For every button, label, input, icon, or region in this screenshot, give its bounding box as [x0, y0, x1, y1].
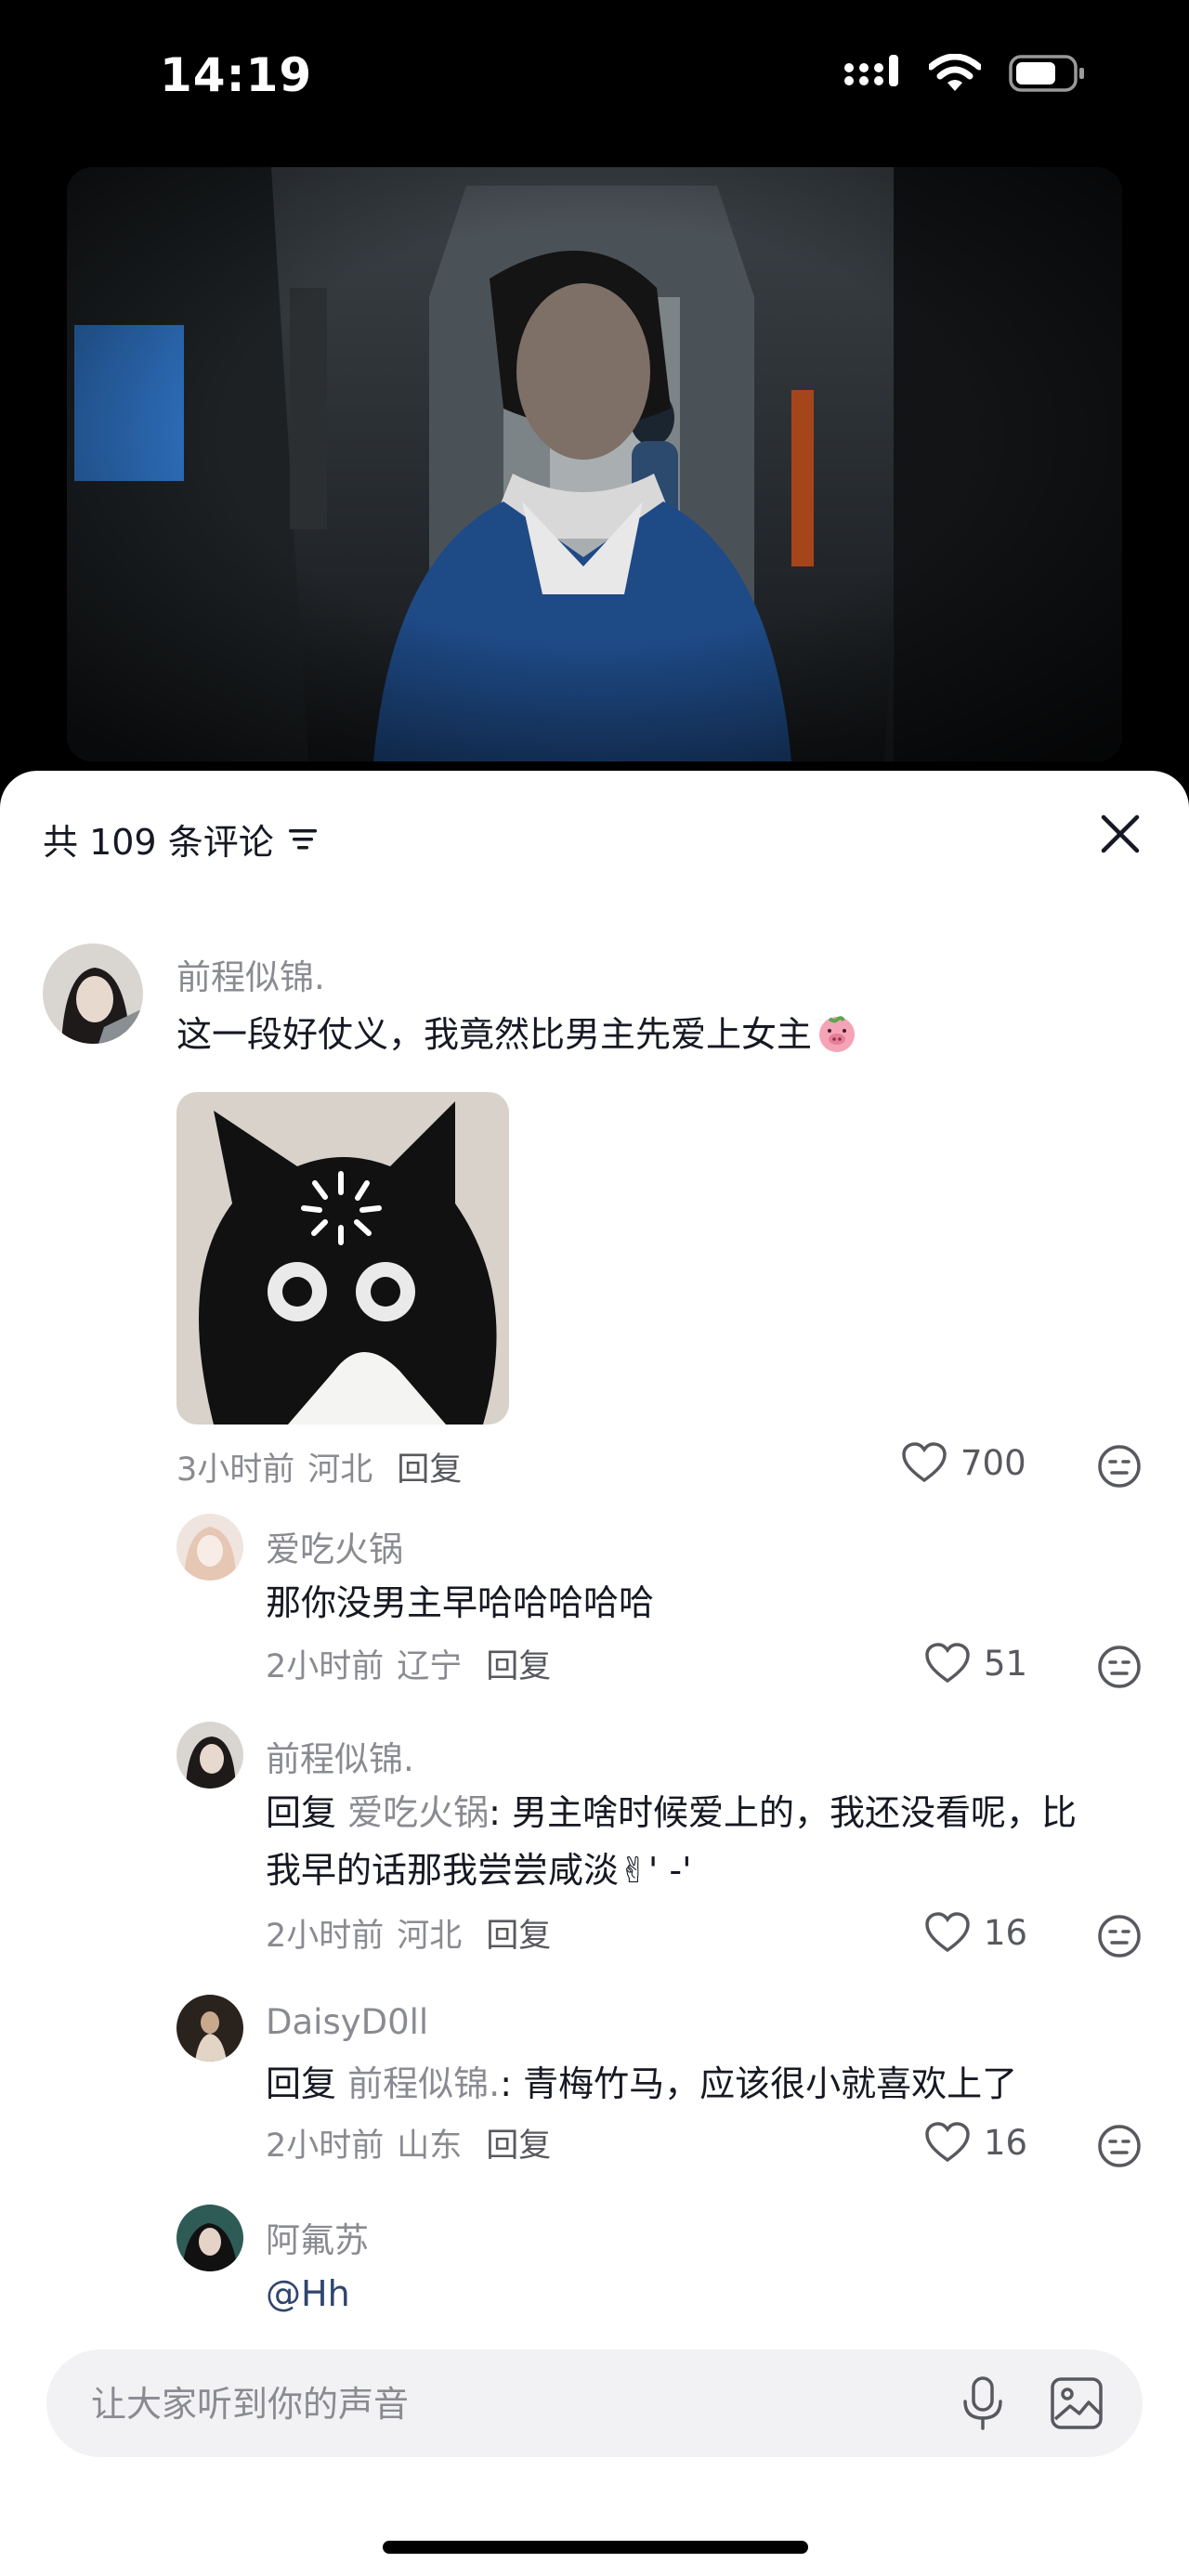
reply-text-line2: 我早的话那我尝尝咸淡✌' -': [266, 1850, 692, 1891]
status-time: 14:19: [160, 48, 313, 102]
comment-input[interactable]: [89, 2349, 929, 2459]
emoji-icon[interactable]: [1096, 2123, 1143, 2169]
close-icon[interactable]: [1094, 808, 1146, 860]
like-count: 16: [984, 2122, 1028, 2163]
reply-meta: 2小时前 辽宁 回复: [266, 1640, 551, 1687]
reply-time: 2小时前: [266, 1918, 385, 1955]
comment-time: 3小时前: [176, 1451, 295, 1489]
avatar[interactable]: [176, 1722, 243, 1789]
reply-time: 2小时前: [266, 2127, 385, 2165]
like-button[interactable]: 16: [924, 2121, 1027, 2164]
reply-location: 河北: [397, 1918, 463, 1955]
comments-header: 共 109 条评论: [43, 813, 319, 865]
image-icon[interactable]: [1050, 2376, 1104, 2430]
comment-input-bar: [46, 2349, 1143, 2459]
avatar[interactable]: [176, 1995, 243, 2062]
reply-author[interactable]: 前程似锦.: [266, 1731, 414, 1781]
reply-button[interactable]: 回复: [486, 1640, 551, 1687]
reply-text: 回复 爱吃火锅: 男主啥时候爱上的，我还没看呢，比: [266, 1785, 1077, 1841]
avatar[interactable]: [176, 2205, 243, 2271]
microphone-icon[interactable]: [959, 2375, 1007, 2431]
reply-time: 2小时前: [266, 1648, 385, 1685]
emoji-icon[interactable]: [1096, 1644, 1143, 1690]
home-indicator[interactable]: [383, 2541, 808, 2554]
reply-location: 辽宁: [397, 1648, 463, 1685]
emoji-icon[interactable]: [1096, 1443, 1143, 1490]
reply-button[interactable]: 回复: [397, 1443, 462, 1490]
reply-prefix: 回复: [266, 2063, 337, 2104]
pig-emoji-icon: [819, 1016, 856, 1052]
comment-text: 这一段好仗义，我竟然比男主先爱上女主: [176, 1007, 858, 1062]
comments-count-title: 共 109 条评论: [43, 822, 274, 863]
like-button[interactable]: 16: [924, 1911, 1027, 1954]
heart-icon: [925, 1912, 970, 1953]
reply-author[interactable]: 爱吃火锅: [266, 1521, 403, 1571]
heart-icon: [925, 1643, 970, 1684]
comments-panel: 共 109 条评论 前程似锦. 这一段好仗义，我竟然比男主先爱上女主 3小时前 …: [0, 771, 1189, 2576]
like-count: 700: [960, 1442, 1026, 1483]
reply-text: 回复 前程似锦.: 青梅竹马，应该很小就喜欢上了: [266, 2056, 1017, 2112]
avatar[interactable]: [176, 1514, 243, 1581]
battery-icon: [1009, 55, 1084, 92]
reply-meta: 2小时前 山东 回复: [266, 2119, 551, 2166]
wifi-icon: [929, 54, 981, 91]
reply-button[interactable]: 回复: [486, 2119, 551, 2166]
reply-author[interactable]: 阿氟苏: [266, 2212, 369, 2262]
emoji-icon[interactable]: [1096, 1913, 1143, 1959]
like-button[interactable]: 700: [901, 1441, 1026, 1484]
status-icons: [843, 54, 1087, 93]
status-bar: 14:19: [0, 0, 1189, 158]
reply-author[interactable]: DaisyD0ll: [266, 2002, 428, 2042]
reply-button[interactable]: 回复: [486, 1909, 551, 1957]
reply-text-body: : 青梅竹马，应该很小就喜欢上了: [500, 2063, 1018, 2104]
heart-icon: [925, 2122, 970, 2163]
video-player[interactable]: [67, 167, 1122, 761]
video-frame: [67, 167, 1122, 761]
reply-text-line1: : 男主啥时候爱上的，我还没看呢，比: [489, 1792, 1078, 1833]
reply-prefix: 回复: [266, 1792, 337, 1833]
heart-icon: [902, 1442, 947, 1483]
comment-author[interactable]: 前程似锦.: [176, 949, 325, 999]
like-button[interactable]: 51: [924, 1642, 1027, 1685]
comment-meta: 3小时前 河北 回复: [176, 1443, 462, 1490]
comment-location: 河北: [307, 1451, 373, 1489]
comment-image[interactable]: [176, 1092, 509, 1425]
sort-icon[interactable]: [287, 826, 319, 853]
reply-text[interactable]: @Hh: [266, 2266, 350, 2322]
like-count: 51: [984, 1643, 1028, 1684]
avatar[interactable]: [43, 943, 143, 1044]
signal-icon: [844, 55, 898, 86]
reply-text: 那你没男主早哈哈哈哈哈: [266, 1582, 655, 1623]
comment-text-body: 这一段好仗义，我竟然比男主先爱上女主: [176, 1014, 813, 1055]
reply-meta: 2小时前 河北 回复: [266, 1909, 551, 1957]
reply-to-user[interactable]: 爱吃火锅: [347, 1792, 489, 1833]
reply-to-user[interactable]: 前程似锦.: [347, 2063, 500, 2104]
like-count: 16: [984, 1912, 1028, 1953]
reply-location: 山东: [397, 2127, 463, 2165]
